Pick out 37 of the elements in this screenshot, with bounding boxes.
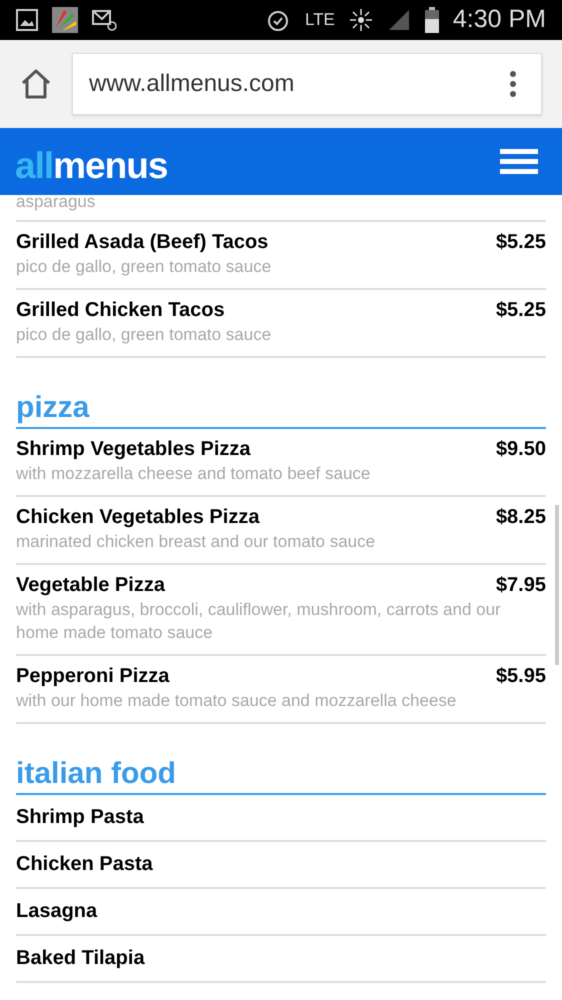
dish-price: $8.25 bbox=[496, 505, 546, 530]
dish-price: $9.50 bbox=[496, 437, 546, 462]
network-type: LTE bbox=[304, 9, 335, 32]
signal-icon bbox=[386, 8, 411, 32]
dish-name: Shrimp Vegetables Pizza bbox=[16, 437, 251, 462]
dish-name: Shrimp Pasta bbox=[16, 805, 144, 830]
dish-name: Lasagna bbox=[16, 899, 98, 924]
section-heading: italian food bbox=[16, 757, 176, 791]
dish-name: Pepperoni Pizza bbox=[16, 664, 170, 689]
dish-name: Chicken Pasta bbox=[16, 852, 153, 877]
dish-price: $5.25 bbox=[496, 230, 546, 255]
battery-icon bbox=[424, 7, 439, 33]
dish-name: Grilled Chicken Tacos bbox=[16, 298, 225, 323]
dish-name: Vegetable Pizza bbox=[16, 573, 165, 598]
home-icon[interactable] bbox=[20, 69, 52, 99]
mail-icon bbox=[92, 8, 118, 32]
dish-description: pico de gallo, green tomato sauce bbox=[16, 324, 272, 346]
image-icon bbox=[16, 9, 38, 31]
dish-description: asparagus bbox=[16, 195, 96, 209]
app-icon bbox=[52, 7, 78, 33]
dish-description: marinated chicken breast and our tomato sauce bbox=[16, 531, 376, 553]
dish-description: pico de gallo, green tomato sauce bbox=[16, 256, 272, 278]
dish-description: with asparagus, broccoli, cauliflower, mushroom, carrots and our home made tomato sauce bbox=[16, 599, 502, 644]
site-logo[interactable]: allmenus bbox=[15, 139, 168, 184]
dish-name: Baked Tilapia bbox=[16, 946, 145, 971]
section-heading: pizza bbox=[16, 391, 90, 425]
dish-name: Chicken Vegetables Pizza bbox=[16, 505, 260, 530]
more-options-icon[interactable] bbox=[509, 71, 517, 97]
clock: 4:30 PM bbox=[452, 4, 546, 36]
menu-icon[interactable] bbox=[500, 148, 538, 174]
dish-description: with mozzarella cheese and tomato beef sauce bbox=[16, 463, 372, 485]
address-bar[interactable]: www.allmenus.com bbox=[72, 53, 542, 115]
dish-price: $7.95 bbox=[496, 573, 546, 598]
dish-price: $5.95 bbox=[496, 664, 546, 689]
dish-name: Grilled Asada (Beef) Tacos bbox=[16, 230, 268, 255]
dish-description: with our home made tomato sauce and mozzarella cheese bbox=[16, 690, 458, 712]
dish-price: $5.25 bbox=[496, 298, 546, 323]
